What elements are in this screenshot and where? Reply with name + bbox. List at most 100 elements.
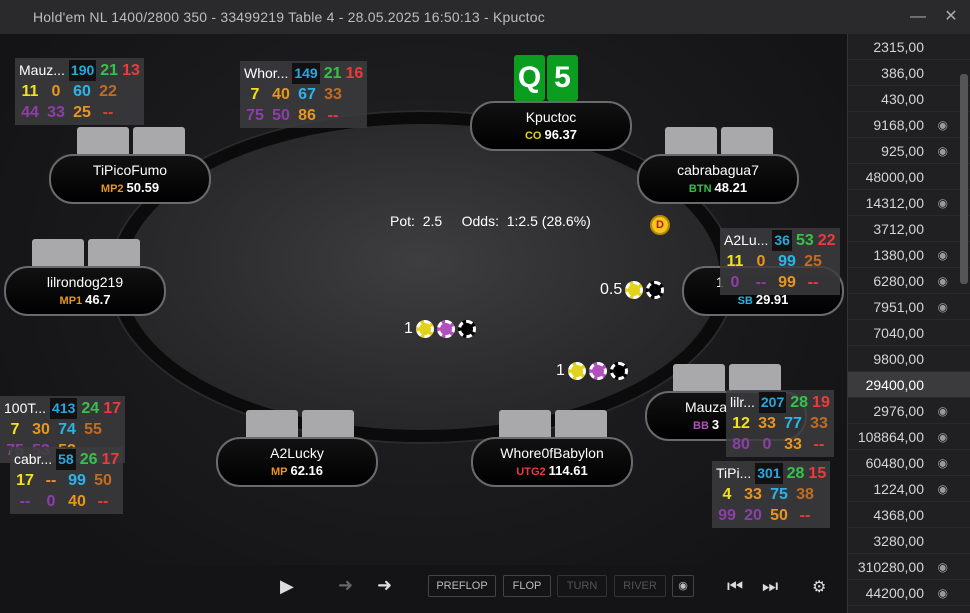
hand-list-item[interactable]: 1224,00 ◉ xyxy=(848,476,970,502)
hand-list-item[interactable]: 2976,00 ◉ xyxy=(848,398,970,424)
hud-stat: 33 xyxy=(758,415,776,432)
hud-stat: 413 xyxy=(50,398,78,419)
hand-list-item[interactable]: 386,00 xyxy=(848,60,970,86)
hud-panel[interactable]: cabr... 58 26 17 17 -- 99 50 -- 0 40 -- xyxy=(10,447,124,514)
hud-panel[interactable]: Mauz... 190 21 13 11 0 60 22 44 33 25 -- xyxy=(15,58,144,125)
seat-position: UTG2 xyxy=(516,466,546,478)
hud-name: Whor... xyxy=(244,65,289,81)
eye-icon[interactable]: ◉ xyxy=(938,118,948,132)
hand-list-item[interactable]: 48000,00 xyxy=(848,164,970,190)
eye-icon[interactable]: ◉ xyxy=(938,586,948,600)
eye-icon[interactable]: ◉ xyxy=(938,404,948,418)
seat-stack: 46.7 xyxy=(85,292,111,307)
hand-amount: 14312,00 xyxy=(865,194,924,211)
chip-icon xyxy=(567,362,586,380)
hud-stat: 33 xyxy=(744,486,762,503)
hud-stat: 99 xyxy=(718,507,736,524)
eye-icon[interactable]: ◉ xyxy=(938,274,948,288)
hud-stat: 190 xyxy=(68,60,97,81)
minimize-icon[interactable]: — xyxy=(907,6,929,28)
hand-amount: 44200,00 xyxy=(865,584,924,601)
eye-icon[interactable]: ◉ xyxy=(938,196,948,210)
seat-hero[interactable]: Kpuctoc CO 96.37 xyxy=(470,101,632,151)
hand-amount: 7040,00 xyxy=(873,324,924,341)
hand-list-item[interactable]: 29400,00 xyxy=(848,372,970,398)
hand-amount: 3280,00 xyxy=(873,532,924,549)
hud-stat: 33 xyxy=(324,86,342,103)
seat-mp[interactable]: A2Lucky MP 62.16 xyxy=(216,437,378,487)
hud-stat: 17 xyxy=(16,472,34,489)
eye-icon[interactable]: ◉ xyxy=(938,144,948,158)
seat-utg2[interactable]: Whore0fBabylon UTG2 114.61 xyxy=(471,437,633,487)
hud-panel[interactable]: lilr... 207 28 19 12 33 77 33 80 0 33 -- xyxy=(726,390,834,457)
hand-list-item[interactable]: 7040,00 xyxy=(848,320,970,346)
play-icon[interactable]: ▶ xyxy=(280,576,294,597)
hud-stat: 0 xyxy=(730,274,740,291)
hand-list-item[interactable]: 925,00 ◉ xyxy=(848,138,970,164)
eye-icon[interactable]: ◉ xyxy=(938,560,948,574)
settings-gear-icon[interactable]: ⚙ xyxy=(812,577,826,597)
hand-list-item[interactable]: 9168,00 ◉ xyxy=(848,112,970,138)
eye-icon[interactable]: ◉ xyxy=(938,300,948,314)
hud-stat: 67 xyxy=(298,86,316,103)
hand-list-item[interactable]: 14312,00 ◉ xyxy=(848,190,970,216)
eye-icon[interactable]: ◉ xyxy=(938,482,948,496)
sidebar-scrollbar[interactable] xyxy=(960,74,968,284)
hud-stat: 40 xyxy=(68,493,86,510)
river-button[interactable]: RIVER xyxy=(614,575,666,597)
hand-list-item[interactable]: 3712,00 xyxy=(848,216,970,242)
hand-list-item[interactable]: 1380,00 ◉ xyxy=(848,242,970,268)
hud-stat: 33 xyxy=(784,436,802,453)
hud-stat: 75 xyxy=(770,486,788,503)
preflop-button[interactable]: PREFLOP xyxy=(428,575,496,597)
eye-icon[interactable]: ◉ xyxy=(938,248,948,262)
hand-list-item[interactable]: 430,00 xyxy=(848,86,970,112)
chip-icon xyxy=(646,281,665,299)
step-back-icon[interactable]: ➜ xyxy=(338,575,353,596)
hud-stat: -- xyxy=(45,472,57,489)
eye-icon[interactable]: ◉ xyxy=(672,575,694,597)
hud-panel[interactable]: TiPi... 301 28 15 4 33 75 38 99 20 50 -- xyxy=(712,461,831,528)
seat-cards xyxy=(665,127,773,157)
seat-mp1[interactable]: lilrondog219 MP1 46.7 xyxy=(4,266,166,316)
hand-list-item[interactable]: 2315,00 xyxy=(848,34,970,60)
hand-list-item[interactable]: 310280,00 ◉ xyxy=(848,554,970,580)
table-felt xyxy=(124,124,720,430)
flop-button[interactable]: FLOP xyxy=(503,575,551,597)
hand-list-item[interactable]: 60480,00 ◉ xyxy=(848,450,970,476)
bet-amount: 1 xyxy=(556,362,565,379)
seat-btn[interactable]: cabrabagua7 BTN 48.21 xyxy=(637,154,799,204)
hud-stat: 33 xyxy=(47,104,65,121)
hud-panel[interactable]: A2Lu... 36 53 22 11 0 99 25 0 -- 99 -- xyxy=(720,228,840,295)
hand-list-item[interactable]: 108864,00 ◉ xyxy=(848,424,970,450)
hud-stat: -- xyxy=(102,104,114,121)
skip-start-icon[interactable]: ⏮ xyxy=(727,576,743,597)
skip-end-icon[interactable]: ⏭ xyxy=(762,576,778,597)
hud-name: Mauz... xyxy=(19,62,65,78)
turn-button[interactable]: TURN xyxy=(557,575,607,597)
hud-panel[interactable]: Whor... 149 21 16 7 40 67 33 75 50 86 -- xyxy=(240,61,368,128)
hand-amount: 7951,00 xyxy=(873,298,924,315)
seat-name: lilrondog219 xyxy=(46,274,124,290)
hand-amount: 2976,00 xyxy=(873,402,924,419)
odds-label: Odds: xyxy=(461,213,499,229)
hand-list-item[interactable]: 4368,00 xyxy=(848,502,970,528)
hand-list-item[interactable]: 6280,00 ◉ xyxy=(848,268,970,294)
hand-list-item[interactable]: 44200,00 ◉ xyxy=(848,580,970,606)
close-icon[interactable]: ✕ xyxy=(940,6,962,28)
hand-list-item[interactable]: 3280,00 xyxy=(848,528,970,554)
step-forward-icon[interactable]: ➜ xyxy=(377,575,392,596)
hud-stat: 25 xyxy=(73,104,91,121)
hud-stat: 74 xyxy=(58,421,76,438)
seat-cards xyxy=(32,239,140,269)
eye-icon[interactable]: ◉ xyxy=(938,430,948,444)
seat-mp2[interactable]: TiPicoFumo MP2 50.59 xyxy=(49,154,211,204)
bet-left: 1 xyxy=(404,320,476,338)
hud-stat: 30 xyxy=(32,421,50,438)
eye-icon[interactable]: ◉ xyxy=(938,456,948,470)
hand-list-item[interactable]: 9800,00 xyxy=(848,346,970,372)
hand-list-item[interactable]: 7951,00 ◉ xyxy=(848,294,970,320)
hud-stat: 21 xyxy=(100,62,119,79)
seat-position: BB xyxy=(693,420,709,432)
hud-stat: 99 xyxy=(778,253,796,270)
